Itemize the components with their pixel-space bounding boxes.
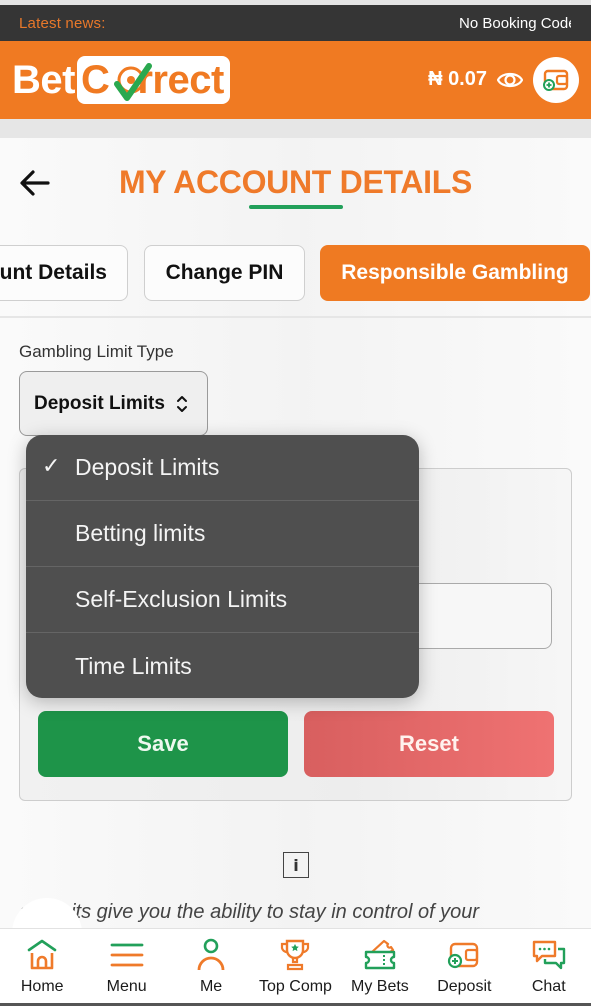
page-title: MY ACCOUNT DETAILS	[118, 164, 473, 200]
ticket-icon	[364, 939, 396, 970]
dropdown-option-self-exclusion-limits[interactable]: Self-Exclusion Limits	[26, 567, 419, 633]
limit-type-dropdown: ✓ Deposit Limits Betting limits Self-Exc…	[26, 435, 419, 698]
nav-label: My Bets	[351, 978, 409, 995]
deposit-wallet-button[interactable]	[533, 57, 579, 103]
tabs-divider	[0, 316, 591, 318]
option-label: Deposit Limits	[75, 454, 220, 480]
nav-label: Chat	[531, 978, 566, 995]
nav-my-bets[interactable]: My Bets	[338, 929, 422, 1006]
option-label: Betting limits	[75, 520, 206, 546]
app-header: Bet Crrect ₦ 0.07	[0, 41, 591, 119]
balance-amount: ₦ 0.07	[428, 68, 487, 90]
limit-amount-input[interactable]	[410, 583, 552, 649]
checkmark-icon: ✓	[42, 453, 61, 478]
nav-label: Menu	[106, 978, 147, 995]
nav-label: Me	[199, 978, 223, 995]
nav-menu[interactable]: Menu	[84, 929, 168, 1006]
logo-correct-text: Crrect	[81, 58, 224, 103]
news-ticker[interactable]: No Booking Code	[459, 15, 571, 32]
tab-change-pin[interactable]: Change PIN	[144, 245, 305, 301]
gambling-limit-type-label: Gambling Limit Type	[19, 342, 174, 361]
save-label: Save	[137, 731, 189, 756]
nav-label: Home	[20, 978, 64, 995]
logo-correct-box: Crrect	[76, 56, 230, 104]
wallet-icon	[448, 942, 479, 969]
bottom-navigation: Home Menu Me Top Comp My Bets Deposit Ch…	[0, 928, 591, 1006]
news-bar: Latest news: No Booking Code	[0, 5, 591, 41]
home-icon	[27, 939, 57, 970]
dropdown-option-time-limits[interactable]: Time Limits	[26, 633, 419, 698]
option-label: Time Limits	[75, 652, 192, 679]
title-underline	[249, 205, 343, 209]
info-icon: i	[283, 852, 309, 878]
reset-label: Reset	[399, 731, 459, 756]
tab-label: Responsible Gambling	[341, 261, 569, 284]
limit-description: sit limits give you the ability to stay …	[20, 901, 480, 923]
nav-top-comp[interactable]: Top Comp	[253, 929, 337, 1006]
tab-account-details[interactable]: unt Details	[0, 245, 128, 301]
logo-c: C	[80, 57, 110, 102]
select-value: Deposit Limits	[34, 392, 165, 414]
dropdown-option-deposit-limits[interactable]: ✓ Deposit Limits	[26, 435, 419, 501]
chat-icon	[532, 940, 565, 970]
betcorrect-logo[interactable]: Bet Crrect	[12, 56, 230, 104]
trophy-icon	[281, 939, 310, 971]
nav-deposit[interactable]: Deposit	[422, 929, 506, 1006]
wallet-icon	[543, 69, 569, 91]
check-ball-icon	[113, 62, 152, 101]
chevron-up-down-icon	[176, 395, 187, 412]
logo-bet-text: Bet	[12, 57, 75, 102]
nav-me[interactable]: Me	[169, 929, 253, 1006]
eye-icon[interactable]	[497, 68, 523, 92]
tab-responsible-gambling[interactable]: Responsible Gambling	[320, 245, 590, 301]
gambling-limit-type-select[interactable]: Deposit Limits	[19, 371, 208, 436]
nav-label: Top Comp	[259, 978, 332, 995]
option-label: Self-Exclusion Limits	[75, 586, 288, 612]
nav-home[interactable]: Home	[0, 929, 84, 1006]
menu-icon	[110, 943, 144, 967]
nav-label: Deposit	[437, 978, 492, 995]
tab-label: unt Details	[0, 261, 107, 284]
reset-button[interactable]: Reset	[304, 711, 554, 777]
user-icon	[197, 938, 225, 971]
tab-label: Change PIN	[165, 261, 284, 284]
save-button[interactable]: Save	[38, 711, 288, 777]
dropdown-option-betting-limits[interactable]: Betting limits	[26, 501, 419, 567]
news-label: Latest news:	[19, 14, 106, 32]
nav-chat[interactable]: Chat	[507, 929, 591, 1006]
header-spacer	[0, 119, 591, 138]
